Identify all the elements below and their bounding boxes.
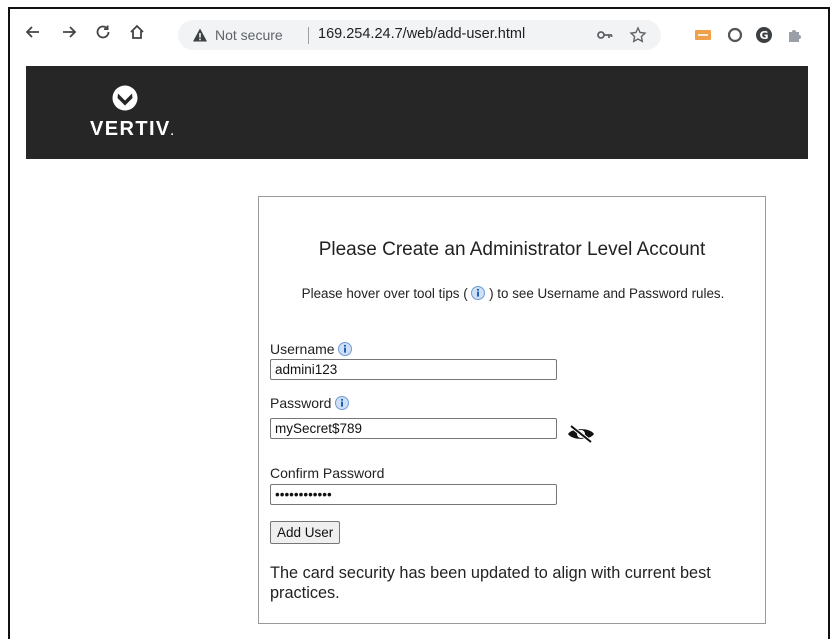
security-notice: The card security has been updated to al… xyxy=(270,564,711,602)
warning-icon[interactable] xyxy=(192,27,208,43)
g-extension-icon[interactable]: G xyxy=(755,26,773,44)
back-button[interactable] xyxy=(22,23,44,45)
omnibox-separator xyxy=(308,27,309,44)
vertiv-logo-icon xyxy=(112,85,138,111)
confirm-password-input[interactable] xyxy=(270,484,557,505)
confirm-password-label: Confirm Password xyxy=(270,465,385,481)
reload-button[interactable] xyxy=(92,23,114,45)
forward-button[interactable] xyxy=(58,23,80,45)
username-input[interactable] xyxy=(270,359,557,380)
security-label[interactable]: Not secure xyxy=(215,27,283,43)
info-icon[interactable] xyxy=(471,286,486,300)
arrow-left-icon xyxy=(25,26,39,38)
browser-toolbar: Not secure 169.254.24.7/web/add-user.htm… xyxy=(10,9,828,63)
password-label: Password xyxy=(270,395,350,411)
add-user-button[interactable]: Add User xyxy=(270,521,341,544)
create-account-card: Please Create an Administrator Level Acc… xyxy=(258,196,766,624)
page-title: Please Create an Administrator Level Acc… xyxy=(318,239,706,260)
circle-extension-icon[interactable] xyxy=(726,26,744,44)
home-icon xyxy=(130,24,144,39)
arrow-right-icon xyxy=(63,26,77,38)
address-bar[interactable]: Not secure 169.254.24.7/web/add-user.htm… xyxy=(178,20,661,50)
password-input[interactable] xyxy=(270,418,557,439)
svg-text:G: G xyxy=(759,29,768,42)
url-text[interactable]: 169.254.24.7/web/add-user.html xyxy=(318,26,525,42)
home-button[interactable] xyxy=(126,23,148,45)
browser-window: Not secure 169.254.24.7/web/add-user.htm… xyxy=(8,7,830,639)
reload-icon xyxy=(96,25,110,39)
site-header: VERTIV. xyxy=(26,66,808,159)
key-icon[interactable] xyxy=(596,26,614,44)
xml-extension-icon[interactable] xyxy=(694,26,712,44)
password-info-icon[interactable] xyxy=(335,396,350,410)
puzzle-extension-icon[interactable] xyxy=(786,26,804,44)
username-label: Username xyxy=(270,341,353,357)
star-icon[interactable] xyxy=(629,26,647,44)
brand-name: VERTIV. xyxy=(90,118,176,140)
eye-slash-icon[interactable] xyxy=(566,424,596,444)
tooltip-hint: Please hover over tool tips ( ) to see U… xyxy=(301,286,725,301)
username-info-icon[interactable] xyxy=(338,342,353,356)
